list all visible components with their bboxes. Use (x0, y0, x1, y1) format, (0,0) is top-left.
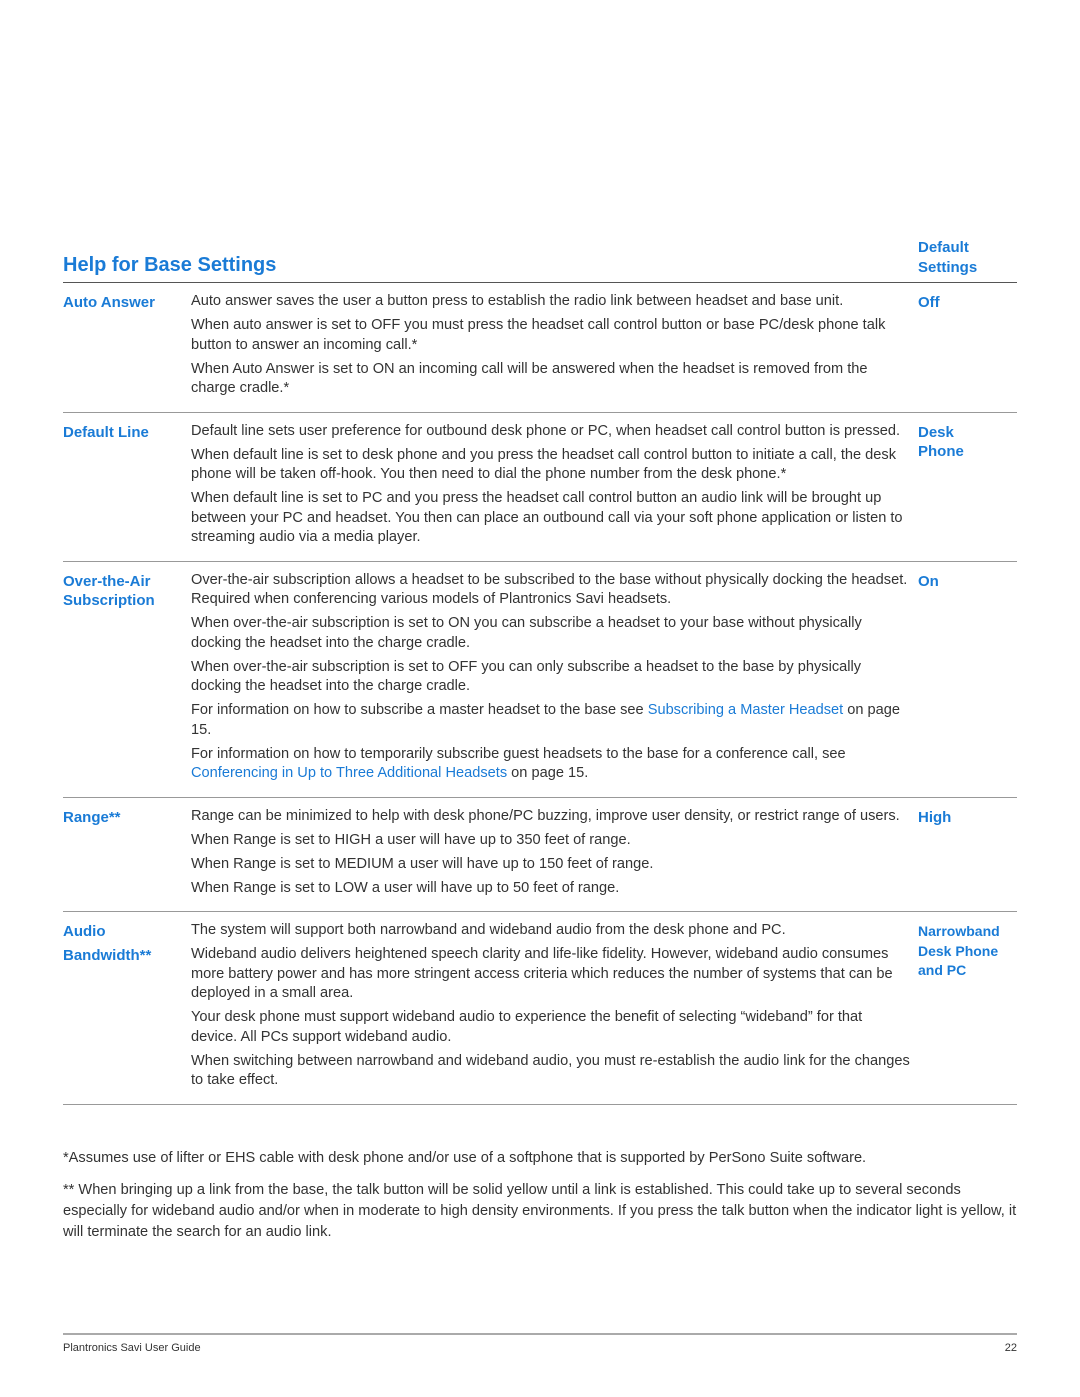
description-paragraph: When over-the-air subscription is set to… (191, 658, 862, 695)
default-value-line: On (918, 572, 939, 590)
description-paragraph-with-link: For information on how to subscribe a ma… (191, 701, 911, 740)
description-paragraph-with-link: For information on how to temporarily su… (191, 745, 911, 784)
description-paragraph: When auto answer is set to OFF you must … (191, 317, 886, 353)
default-value-line: Off (918, 294, 940, 311)
description-paragraph: Range can be minimized to help with desk… (191, 807, 900, 824)
setting-default-value: Narrowband Desk Phone and PC (918, 921, 1018, 1091)
setting-row-auto-answer: Auto Answer Auto answer saves the user a… (63, 283, 1017, 413)
setting-description: Over-the-air subscription allows a heads… (191, 571, 911, 784)
setting-description: Auto answer saves the user a button pres… (191, 292, 911, 399)
default-value-line: and PC (918, 962, 967, 978)
description-paragraph: When default line is set to desk phone a… (191, 446, 896, 483)
setting-row-default-line: Default Line Default line sets user pref… (63, 413, 1017, 562)
default-value-line: Narrowband (918, 923, 1000, 939)
setting-label-line: Auto Answer (63, 294, 155, 311)
setting-default-value: Off (918, 292, 1018, 399)
description-paragraph: Auto answer saves the user a button pres… (191, 293, 844, 309)
setting-label-line: Bandwidth** (63, 946, 152, 964)
description-paragraph: Your desk phone must support wideband au… (191, 1009, 863, 1045)
page-title: Help for Base Settings (63, 254, 277, 276)
setting-label-line: Subscription (63, 592, 155, 609)
default-heading-line: Default (918, 239, 969, 256)
description-paragraph: When Range is set to LOW a user will hav… (191, 879, 620, 896)
footnote-single-asterisk: *Assumes use of lifter or EHS cable with… (63, 1150, 867, 1166)
setting-default-value: On (918, 571, 1018, 784)
setting-description: Range can be minimized to help with desk… (191, 807, 911, 899)
paragraph-text: on page 15. (507, 765, 589, 781)
setting-description: Default line sets user preference for ou… (191, 422, 911, 548)
default-value-line: High (918, 808, 952, 826)
default-value-line: Phone (918, 443, 964, 460)
default-value-line: Desk (918, 423, 954, 441)
description-paragraph: When over-the-air subscription is set to… (191, 615, 862, 651)
setting-default-value: Desk Phone (918, 422, 1018, 548)
footer-page-number: 22 (1004, 1342, 1017, 1354)
default-settings-column-heading: Default Settings (918, 238, 1018, 278)
section-header: Help for Base Settings Default Settings (63, 236, 1017, 283)
setting-row-audio-bandwidth: Audio Bandwidth** The system will suppor… (63, 912, 1017, 1105)
paragraph-text: For information on how to temporarily su… (191, 745, 846, 762)
conferencing-additional-headsets-link[interactable]: Conferencing in Up to Three Additional H… (191, 765, 507, 781)
setting-description: The system will support both narrowband … (191, 921, 911, 1091)
footer-guide-title: Plantronics Savi User Guide (63, 1342, 201, 1354)
setting-label-line: Range** (63, 808, 121, 826)
paragraph-text: For information on how to subscribe a ma… (191, 702, 648, 718)
setting-label: Audio Bandwidth** (63, 921, 191, 1091)
setting-label-line: Default Line (63, 423, 149, 441)
description-paragraph: When switching between narrowband and wi… (191, 1052, 910, 1089)
settings-table: Auto Answer Auto answer saves the user a… (63, 283, 1017, 1105)
footnotes: *Assumes use of lifter or EHS cable with… (63, 1148, 1017, 1254)
setting-default-value: High (918, 807, 1018, 899)
description-paragraph: When Auto Answer is set to ON an incomin… (191, 360, 868, 397)
setting-row-over-the-air-subscription: Over-the-Air Subscription Over-the-air s… (63, 562, 1017, 798)
description-paragraph: When Range is set to MEDIUM a user will … (191, 855, 654, 872)
description-paragraph: When Range is set to HIGH a user will ha… (191, 831, 631, 848)
setting-label: Default Line (63, 422, 191, 548)
setting-label: Auto Answer (63, 292, 191, 399)
footnote-double-asterisk: ** When bringing up a link from the base… (63, 1182, 1017, 1240)
footer-divider (63, 1333, 1017, 1335)
description-paragraph: When default line is set to PC and you p… (191, 490, 903, 545)
setting-label: Range** (63, 807, 191, 899)
setting-label-line: Audio (63, 923, 106, 940)
default-value-line: Desk Phone (918, 942, 999, 959)
description-paragraph: Wideband audio delivers heightened speec… (191, 946, 893, 1001)
subscribing-master-headset-link[interactable]: Subscribing a Master Headset (648, 702, 844, 718)
description-paragraph: Over-the-air subscription allows a heads… (191, 571, 908, 608)
setting-row-range: Range** Range can be minimized to help w… (63, 798, 1018, 912)
default-heading-line: Settings (918, 259, 978, 276)
setting-label-line: Over-the-Air (63, 572, 151, 590)
setting-label: Over-the-Air Subscription (63, 571, 191, 784)
description-paragraph: Default line sets user preference for ou… (191, 422, 901, 439)
description-paragraph: The system will support both narrowband … (191, 922, 786, 938)
